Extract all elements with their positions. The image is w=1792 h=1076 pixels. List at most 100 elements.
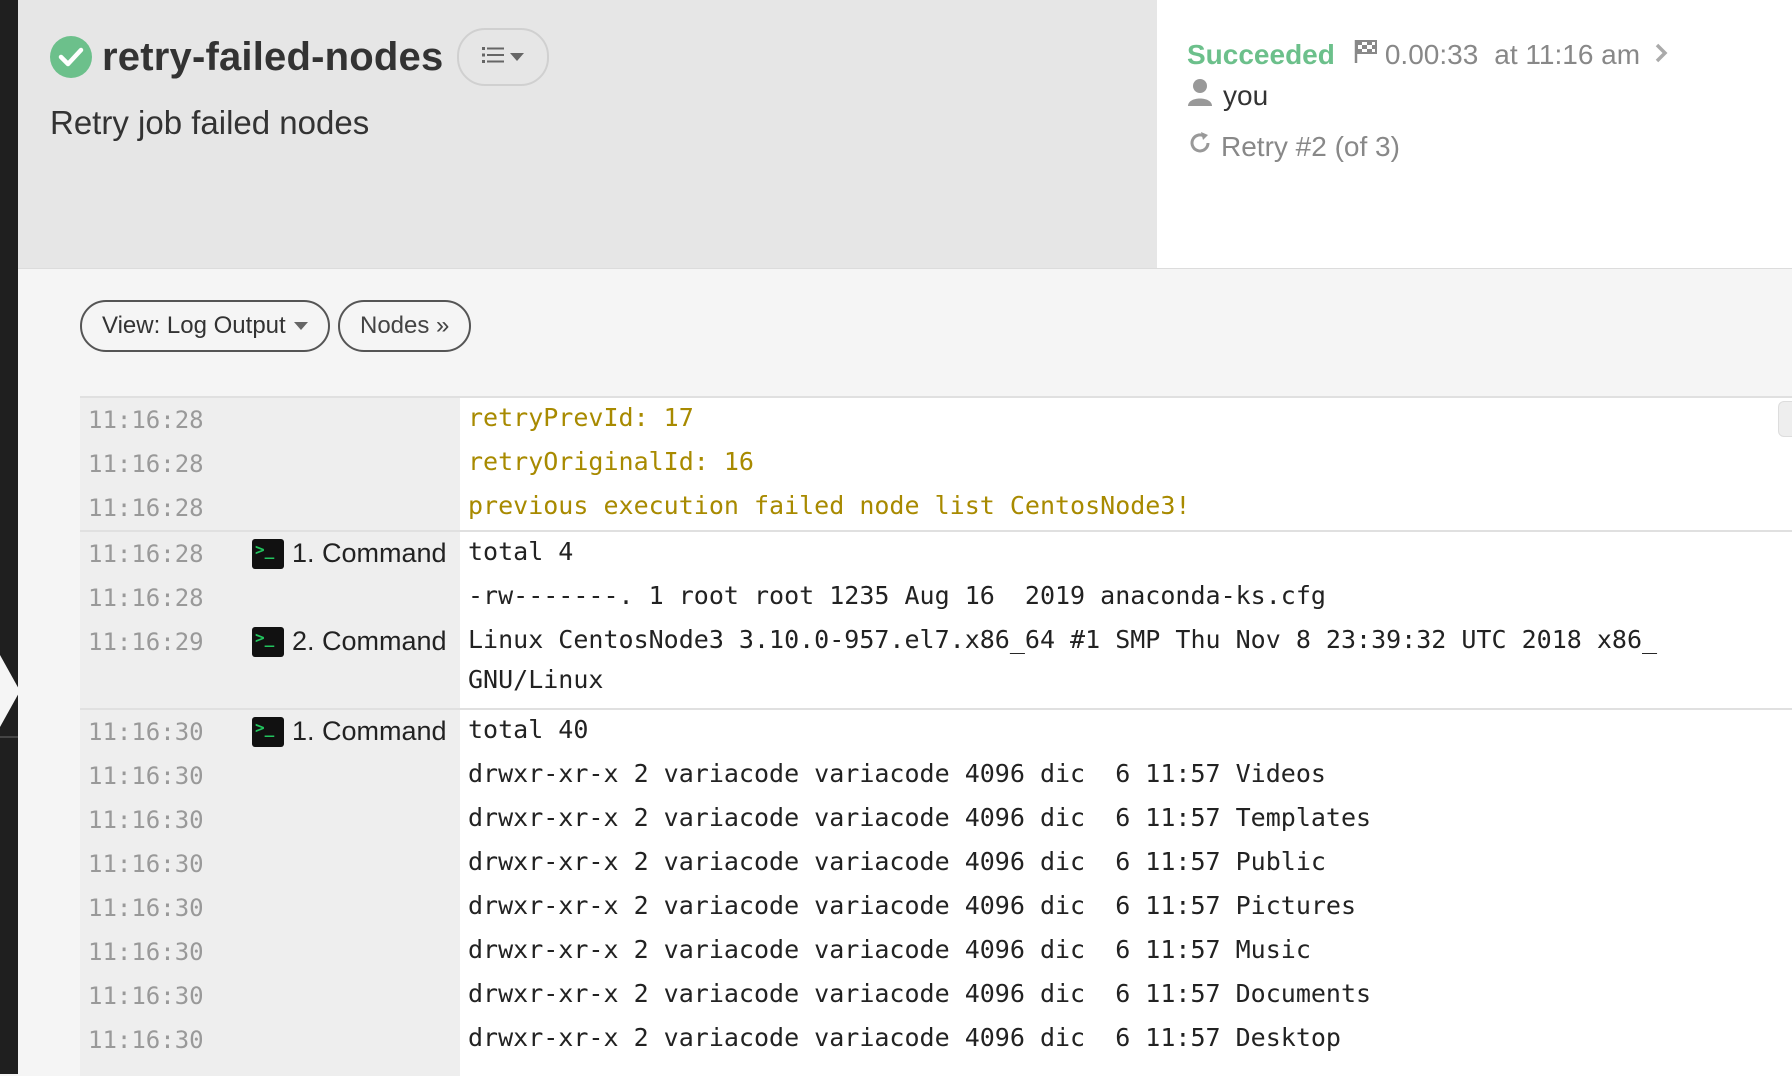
log-message: total 40 (468, 715, 589, 744)
terminal-icon: >_ (252, 626, 284, 657)
log-gutter: 11:16:28 (80, 576, 460, 620)
user-icon (1187, 78, 1213, 113)
sidebar-toggle-arrow[interactable] (0, 655, 20, 727)
status-badge: Succeeded (1187, 38, 1335, 70)
log-message: drwxr-xr-x 2 variacode variacode 4096 di… (468, 935, 1311, 964)
log-message: drwxr-xr-x 2 variacode variacode 4096 di… (468, 979, 1372, 1008)
log-timestamp: 11:16:30 (88, 938, 204, 966)
log-message-wrap: GNU/Linux (468, 665, 604, 694)
log-row: 11:16:28 -rw-------. 1 root root 1235 Au… (80, 576, 1792, 620)
log-row: 11:16:30 drwxr-xr-x 2 variacode variacod… (80, 798, 1792, 842)
log-row: 11:16:30 >_ 1. Command total 40 (80, 708, 1792, 754)
log-row: 11:16:30 drwxr-xr-x 2 variacode variacod… (80, 886, 1792, 930)
log-timestamp: 11:16:28 (88, 450, 204, 478)
user-name[interactable]: you (1223, 80, 1268, 112)
log-message: drwxr-xr-x 2 variacode variacode 4096 di… (468, 803, 1372, 832)
log-content: retryPrevId: 17 (460, 398, 1792, 442)
terminal-icon: >_ (252, 538, 284, 569)
terminal-icon: >_ (252, 716, 284, 747)
title-row: retry-failed-nodes (50, 28, 550, 86)
scroll-handle[interactable] (1778, 401, 1792, 437)
step-label[interactable]: >_ 1. Command (252, 716, 447, 747)
user-row: you (1187, 78, 1268, 113)
refresh-icon (1187, 130, 1213, 163)
chevron-down-icon (293, 322, 308, 330)
log-message: drwxr-xr-x 2 variacode variacode 4096 di… (468, 891, 1357, 920)
log-timestamp: 11:16:29 (88, 628, 204, 656)
log-content: drwxr-xr-x 2 variacode variacode 4096 di… (460, 798, 1792, 842)
retry-link[interactable]: Retry #2 (of 3) (1221, 131, 1400, 163)
log-content: drwxr-xr-x 2 variacode variacode 4096 di… (460, 930, 1792, 974)
flag-icon (1353, 38, 1379, 71)
log-row: 11:16:29 >_ 2. Command Linux CentosNode3… (80, 620, 1792, 708)
log-timestamp: 11:16:28 (88, 584, 204, 612)
log-gutter: 11:16:30 (80, 930, 460, 974)
log-content: total 40 (460, 710, 1792, 754)
log-gutter: 11:16:28 (80, 442, 460, 486)
sidebar-divider (0, 736, 18, 738)
nodes-button[interactable]: Nodes » (338, 300, 472, 352)
log-timestamp: 11:16:30 (88, 1026, 204, 1054)
log-gutter: 11:16:30 (80, 798, 460, 842)
log-gutter: 11:16:30 (80, 842, 460, 886)
list-icon (482, 46, 505, 69)
log-message: retryOriginalId: 16 (468, 447, 754, 476)
step-name: 1. Command (292, 716, 447, 746)
view-log-output-dropdown[interactable]: View: Log Output (80, 300, 330, 352)
log-row: 11:16:30 drwxr-xr-x 2 variacode variacod… (80, 930, 1792, 974)
step-label[interactable]: >_ 2. Command (252, 626, 447, 657)
log-content: drwxr-xr-x 2 variacode variacode 4096 di… (460, 886, 1792, 930)
log-output: 11:16:28 retryPrevId: 17 11:16:28 retryO… (80, 396, 1792, 1076)
log-gutter: 11:16:30 (80, 1018, 460, 1062)
step-name: 1. Command (292, 538, 447, 568)
nodes-label: Nodes » (360, 312, 450, 339)
log-content: drwxr-xr-x 2 variacode variacode 4096 di… (460, 842, 1792, 886)
log-row: 11:16:30 drwxr-xr-x 2 variacode variacod… (80, 842, 1792, 886)
log-gutter: 11:16:28 (80, 486, 460, 530)
log-row: 11:16:30 drwxr-xr-x 2 variacode variacod… (80, 1018, 1792, 1062)
log-gutter: 11:16:30 (80, 754, 460, 798)
log-gutter: 11:16:30 (80, 974, 460, 1018)
log-message: drwxr-xr-x 2 variacode variacode 4096 di… (468, 1023, 1341, 1052)
log-gutter: 11:16:29 >_ 2. Command (80, 620, 460, 708)
retry-row: Retry #2 (of 3) (1187, 130, 1400, 163)
log-row: 11:16:30 drwxr-xr-x 2 variacode variacod… (80, 754, 1792, 798)
log-timestamp: 11:16:28 (88, 494, 204, 522)
log-timestamp: 11:16:30 (88, 894, 204, 922)
log-row: 11:16:28 retryOriginalId: 16 (80, 442, 1792, 486)
view-label: View: Log Output (102, 312, 286, 339)
log-content: -rw-------. 1 root root 1235 Aug 16 2019… (460, 576, 1792, 620)
job-title[interactable]: retry-failed-nodes (102, 35, 443, 80)
log-gutter: 11:16:28 (80, 398, 460, 442)
log-message: drwxr-xr-x 2 variacode variacode 4096 di… (468, 759, 1326, 788)
log-message: retryPrevId: 17 (468, 403, 694, 432)
log-message: Linux CentosNode3 3.10.0-957.el7.x86_64 … (468, 625, 1658, 654)
log-content: drwxr-xr-x 2 variacode variacode 4096 di… (460, 974, 1792, 1018)
log-timestamp: 11:16:28 (88, 540, 204, 568)
job-description: Retry job failed nodes (50, 104, 370, 141)
log-message: -rw-------. 1 root root 1235 Aug 16 2019… (468, 581, 1326, 610)
log-row: 11:16:30 drwxr-xr-x 2 variacode variacod… (80, 974, 1792, 1018)
log-timestamp: 11:16:28 (88, 406, 204, 434)
log-row: 11:16:28 previous execution failed node … (80, 486, 1792, 530)
log-gutter: 11:16:28 >_ 1. Command (80, 532, 460, 576)
log-row: 11:16:28 retryPrevId: 17 (80, 398, 1792, 442)
header-divider (18, 268, 1792, 269)
log-content: Linux CentosNode3 3.10.0-957.el7.x86_64 … (460, 620, 1792, 708)
step-name: 2. Command (292, 626, 447, 656)
left-sidebar (0, 0, 18, 1074)
log-content: total 4 (460, 532, 1792, 576)
log-message: previous execution failed node list Cent… (468, 491, 1191, 520)
duration: 0.00:33 (1384, 38, 1479, 70)
log-timestamp: 11:16:30 (88, 718, 204, 746)
chevron-right-icon[interactable] (1654, 39, 1668, 71)
log-content: previous execution failed node list Cent… (460, 486, 1792, 530)
chevron-down-icon (510, 53, 525, 61)
job-actions-menu-button[interactable] (457, 28, 550, 86)
step-label[interactable]: >_ 1. Command (252, 538, 447, 569)
log-gutter: 11:16:30 (80, 886, 460, 930)
success-check-icon (50, 36, 92, 78)
log-message: drwxr-xr-x 2 variacode variacode 4096 di… (468, 847, 1326, 876)
log-timestamp: 11:16:30 (88, 850, 204, 878)
log-message: total 4 (468, 537, 574, 566)
